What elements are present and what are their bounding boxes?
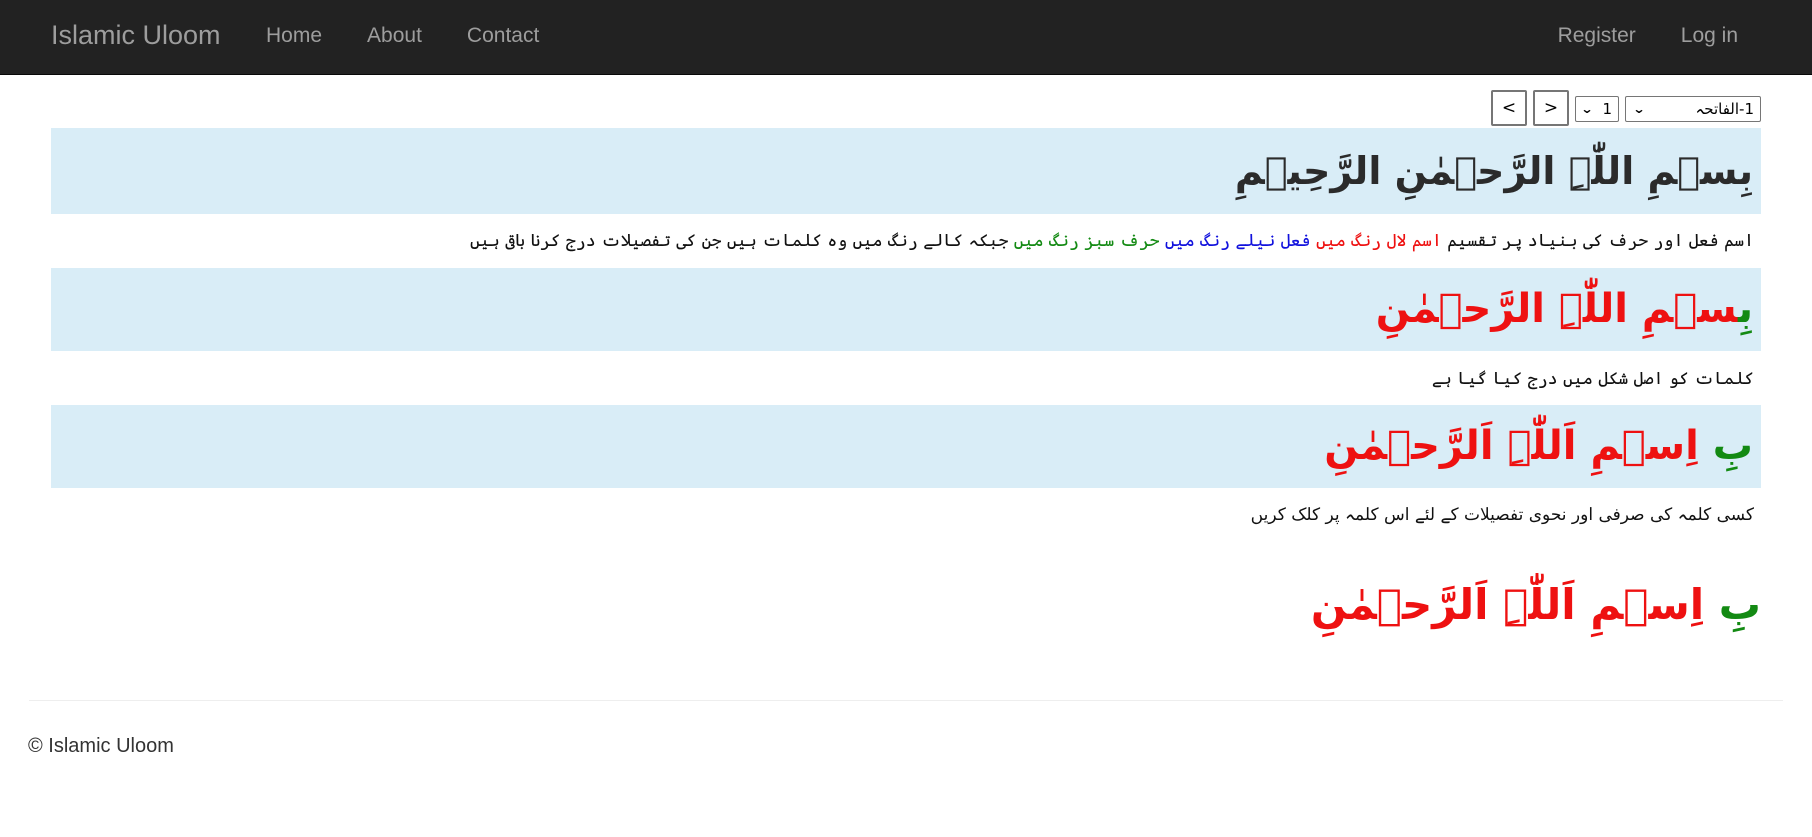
surah-select-value: 1-الفاتحہ xyxy=(1695,100,1754,118)
verse-full-band: بِسۡمِ اللّٰہِ الرَّحۡمٰنِ الرَّحِیۡمِ xyxy=(51,128,1761,214)
prev-ayah-button[interactable]: < xyxy=(1491,90,1527,126)
top-navbar: Islamic Uloom Home About Contact Registe… xyxy=(0,0,1812,75)
legend-harf: حرف سبز رنگ میں xyxy=(1013,231,1160,251)
ism-segment: سۡمِ اللّٰہِ الرَّحۡمٰنِ xyxy=(1375,286,1738,332)
verse-original-form-text: بِ اِسۡمِ اَللّٰہِ اَلرَّحۡمٰنِ xyxy=(1324,423,1753,469)
harf-segment: بِ xyxy=(1712,423,1753,469)
next-ayah-button[interactable]: > xyxy=(1533,90,1569,126)
nav-home-link[interactable]: Home xyxy=(266,24,322,48)
click-instruction: کسی کلمہ کی صرفی اور نحوی تفصیلات کے لئے… xyxy=(1250,505,1754,525)
legend-suffix: جبکہ کالے رنگ میں وہ کلمات ہیں جن کی تفص… xyxy=(469,231,1009,251)
verse-colored-band: بِسۡمِ اللّٰہِ الرَّحۡمٰنِ xyxy=(51,268,1761,351)
verse-full-text: بِسۡمِ اللّٰہِ الرَّحۡمٰنِ الرَّحِیۡمِ xyxy=(1234,149,1753,193)
register-link[interactable]: Register xyxy=(1558,24,1636,48)
legend-ism: اسم لال رنگ میں xyxy=(1316,231,1442,251)
legend-fel: فعل نیلے رنگ میں xyxy=(1164,231,1311,251)
verse-selector-bar: ⌄ 1-الفاتحہ ⌄ 1 > < xyxy=(1491,90,1761,126)
login-link[interactable]: Log in xyxy=(1681,24,1738,48)
footer-copyright: © Islamic Uloom xyxy=(28,735,174,757)
word-link[interactable]: اَلرَّحۡمٰنِ xyxy=(1311,580,1489,629)
brand-link[interactable]: Islamic Uloom xyxy=(51,20,221,51)
footer-divider xyxy=(29,700,1783,701)
ayah-select-value: 1 xyxy=(1602,100,1612,118)
verse-colored-text: بِسۡمِ اللّٰہِ الرَّحۡمٰنِ xyxy=(1376,286,1753,332)
word-link[interactable]: اَللّٰہِ xyxy=(1503,580,1576,629)
verse-original-form-band: بِ اِسۡمِ اَللّٰہِ اَلرَّحۡمٰنِ xyxy=(51,405,1761,488)
word-link[interactable]: اِسۡمِ xyxy=(1590,580,1704,629)
account-links: Register Log in xyxy=(1558,24,1738,48)
original-form-note: کلمات کو اصل شکل میں درج کیا گیا ہے xyxy=(1431,369,1754,389)
ism-segment: اِسۡمِ اَللّٰہِ اَلرَّحۡمٰنِ xyxy=(1324,423,1699,469)
chevron-down-icon: ⌄ xyxy=(1632,102,1646,116)
nav-contact-link[interactable]: Contact xyxy=(467,24,539,48)
color-legend: اسم فعل اور حرف کی بنیاد پر تقسیم اسم لا… xyxy=(470,230,1754,251)
clickable-words: بِ اِسۡمِ اَللّٰہِ اَلرَّحۡمٰنِ xyxy=(1311,580,1761,629)
surah-select[interactable]: ⌄ 1-الفاتحہ xyxy=(1625,96,1761,122)
nav-about-link[interactable]: About xyxy=(367,24,422,48)
nav-links: Home About Contact xyxy=(266,24,539,48)
legend-prefix: اسم فعل اور حرف کی بنیاد پر تقسیم xyxy=(1447,231,1754,251)
chevron-down-icon: ⌄ xyxy=(1580,102,1594,116)
ayah-select[interactable]: ⌄ 1 xyxy=(1575,96,1619,122)
harf-segment: بِ xyxy=(1737,286,1753,332)
word-link[interactable]: بِ xyxy=(1719,580,1761,629)
